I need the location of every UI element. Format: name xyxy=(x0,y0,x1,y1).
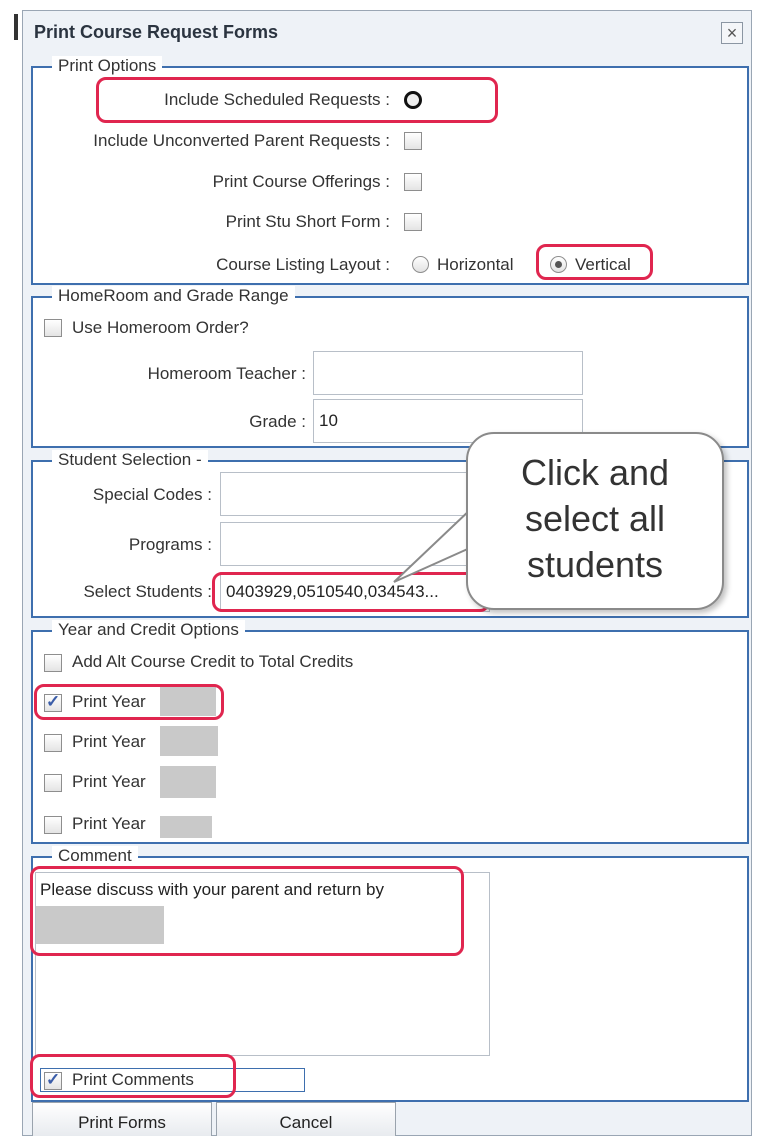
print-course-offerings-label: Print Course Offerings : xyxy=(212,172,390,191)
add-alt-credit-checkbox[interactable] xyxy=(44,654,62,672)
homeroom-teacher-label: Homeroom Teacher : xyxy=(147,364,306,383)
add-alt-credit-label: Add Alt Course Credit to Total Credits xyxy=(72,652,354,671)
print-year-2-checkbox[interactable] xyxy=(44,734,62,752)
use-homeroom-checkbox[interactable] xyxy=(44,319,62,337)
include-scheduled-label: Include Scheduled Requests : xyxy=(164,90,390,109)
vertical-radio[interactable] xyxy=(550,256,567,273)
course-listing-layout-label: Course Listing Layout : xyxy=(216,255,390,274)
horizontal-radio[interactable] xyxy=(412,256,429,273)
window-edge xyxy=(14,14,18,40)
programs-label: Programs : xyxy=(128,535,212,554)
cancel-button[interactable]: Cancel xyxy=(216,1102,396,1136)
dialog-title: Print Course Request Forms xyxy=(34,22,279,42)
comment-text: Please discuss with your parent and retu… xyxy=(40,880,384,899)
print-year-4-label: Print Year xyxy=(72,814,146,833)
grade-label: Grade : xyxy=(249,412,306,431)
close-icon[interactable]: × xyxy=(721,22,743,44)
comment-textarea[interactable]: Please discuss with your parent and retu… xyxy=(35,872,490,1056)
print-comments-label: Print Comments xyxy=(72,1070,194,1089)
homeroom-teacher-input[interactable] xyxy=(313,351,583,395)
print-year-1-checkbox[interactable] xyxy=(44,692,62,712)
print-year-3-checkbox[interactable] xyxy=(44,774,62,792)
vertical-label: Vertical xyxy=(575,255,631,274)
print-course-offerings-checkbox[interactable] xyxy=(404,173,422,191)
print-year-3-label: Print Year xyxy=(72,772,146,791)
redacted-year-4 xyxy=(160,816,212,838)
year-credit-legend: Year and Credit Options xyxy=(52,620,245,640)
print-comments-checkbox[interactable] xyxy=(44,1070,62,1090)
print-year-4-checkbox[interactable] xyxy=(44,816,62,834)
print-options-legend: Print Options xyxy=(52,56,163,76)
callout-text: Click and select all students xyxy=(470,450,720,588)
include-unconverted-checkbox[interactable] xyxy=(404,132,422,150)
callout-line-1: Click and xyxy=(520,452,670,493)
homeroom-grade-legend: HomeRoom and Grade Range xyxy=(52,286,295,306)
callout-line-3: students xyxy=(526,544,664,585)
student-selection-legend: Student Selection - xyxy=(52,450,208,470)
redacted-year-2 xyxy=(160,726,218,756)
print-stu-short-checkbox[interactable] xyxy=(404,213,422,231)
print-year-2-label: Print Year xyxy=(72,732,146,751)
use-homeroom-label: Use Homeroom Order? xyxy=(72,318,249,337)
special-codes-label: Special Codes : xyxy=(92,485,212,504)
print-year-1-label: Print Year xyxy=(72,692,146,711)
redacted-comment-date xyxy=(36,906,164,944)
select-students-label: Select Students : xyxy=(83,582,212,601)
comment-legend: Comment xyxy=(52,846,138,866)
include-scheduled-checkbox[interactable] xyxy=(404,91,422,109)
print-stu-short-label: Print Stu Short Form : xyxy=(225,212,390,231)
horizontal-label: Horizontal xyxy=(437,255,514,274)
include-unconverted-label: Include Unconverted Parent Requests : xyxy=(93,131,390,150)
print-forms-button[interactable]: Print Forms xyxy=(32,1102,212,1136)
redacted-year-1 xyxy=(160,686,216,716)
callout-line-2: select all xyxy=(524,498,666,539)
redacted-year-3 xyxy=(160,766,216,798)
